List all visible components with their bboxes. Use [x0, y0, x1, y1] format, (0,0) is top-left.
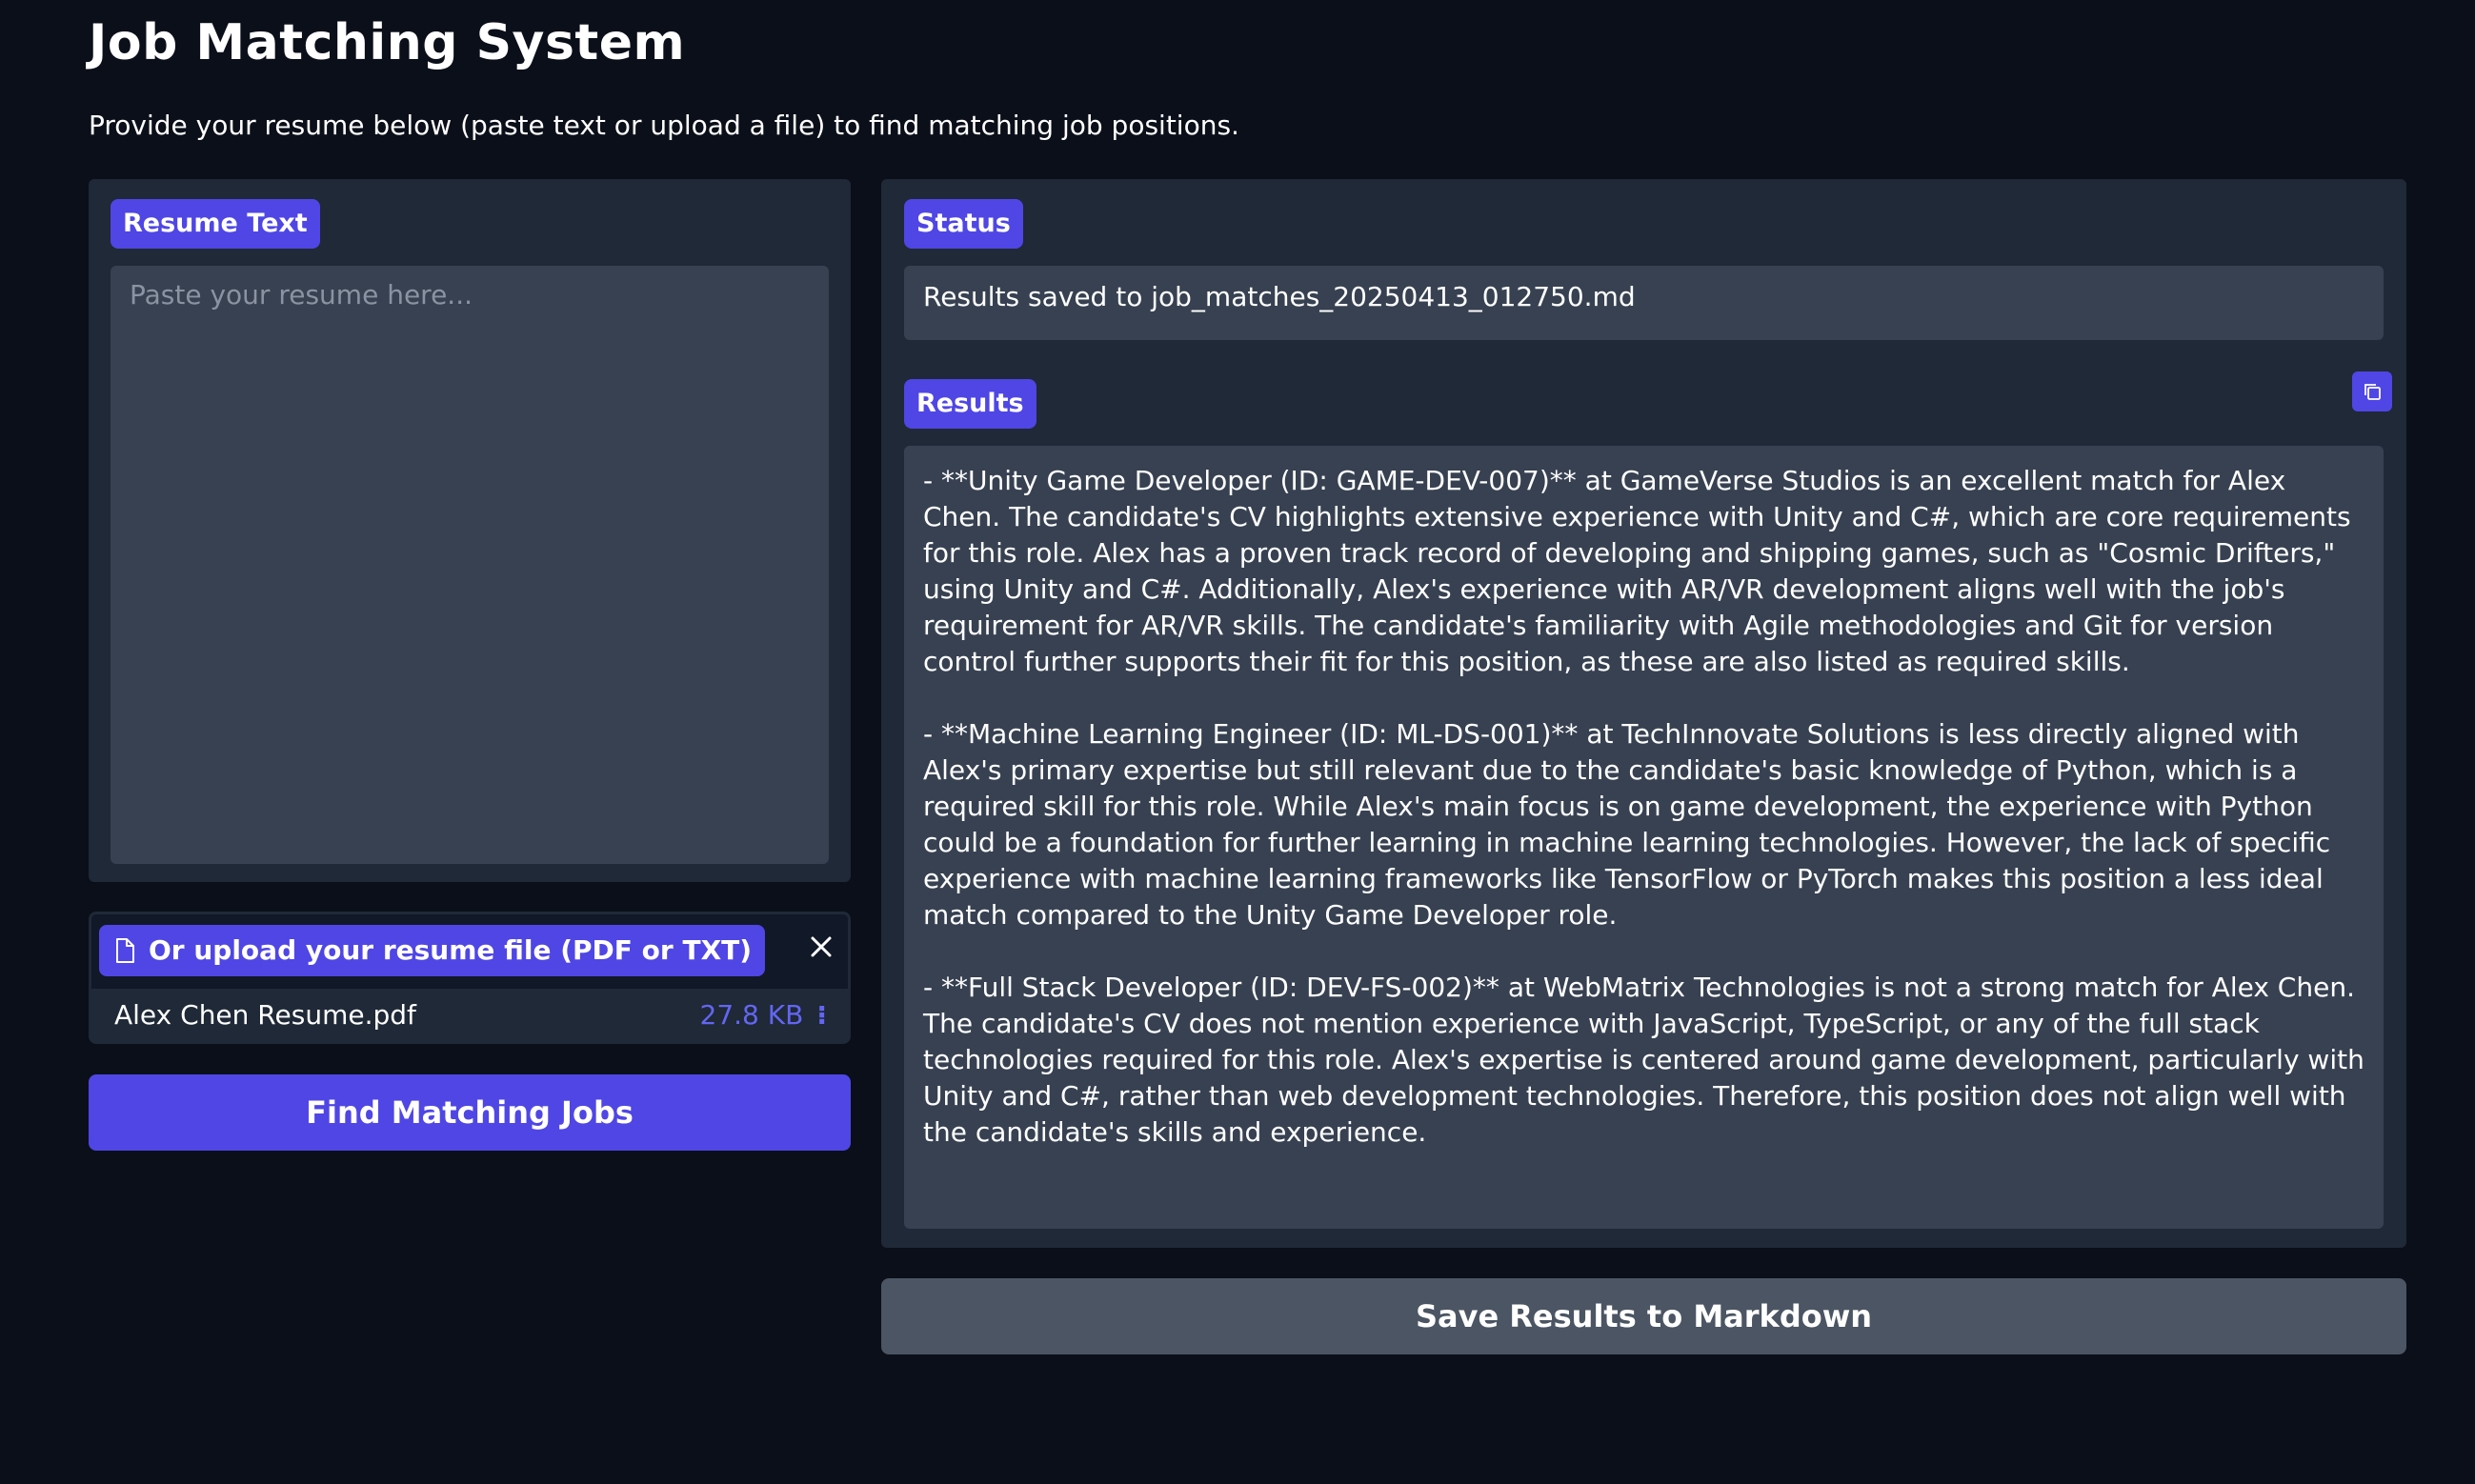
- copy-results-button[interactable]: [2352, 371, 2392, 411]
- file-options-icon[interactable]: ⁝: [816, 999, 827, 1031]
- result-paragraph-2: - **Machine Learning Engineer (ID: ML-DS…: [923, 718, 2331, 931]
- uploaded-file-name: Alex Chen Resume.pdf: [114, 999, 416, 1031]
- resume-text-panel: Resume Text: [89, 179, 851, 882]
- uploaded-file-size: 27.8 KB: [699, 999, 804, 1031]
- resume-upload-panel: Or upload your resume file (PDF or TXT) …: [89, 912, 851, 1044]
- status-output: Results saved to job_matches_20250413_01…: [904, 266, 2384, 340]
- find-matching-jobs-button[interactable]: Find Matching Jobs: [89, 1074, 851, 1151]
- uploaded-file-row[interactable]: Alex Chen Resume.pdf 27.8 KB ⁝: [91, 989, 848, 1041]
- page-subtitle: Provide your resume below (paste text or…: [89, 110, 1239, 141]
- status-label: Status: [904, 199, 1023, 249]
- resume-text-label: Resume Text: [111, 199, 320, 249]
- clear-upload-button[interactable]: [797, 923, 845, 971]
- results-output: - **Unity Game Developer (ID: GAME-DEV-0…: [904, 446, 2384, 1229]
- results-label: Results: [904, 379, 1036, 429]
- resume-text-input[interactable]: [111, 266, 829, 864]
- result-paragraph-3: - **Full Stack Developer (ID: DEV-FS-002…: [923, 972, 2364, 1148]
- copy-icon: [2363, 382, 2382, 401]
- output-panel: Status Results saved to job_matches_2025…: [881, 179, 2406, 1248]
- result-paragraph-1: - **Unity Game Developer (ID: GAME-DEV-0…: [923, 465, 2351, 677]
- upload-label-text: Or upload your resume file (PDF or TXT): [149, 934, 753, 966]
- file-icon: [114, 938, 135, 963]
- close-icon: [810, 935, 833, 958]
- page-title: Job Matching System: [89, 14, 686, 71]
- save-results-button[interactable]: Save Results to Markdown: [881, 1278, 2406, 1354]
- upload-resume-label[interactable]: Or upload your resume file (PDF or TXT): [99, 925, 766, 976]
